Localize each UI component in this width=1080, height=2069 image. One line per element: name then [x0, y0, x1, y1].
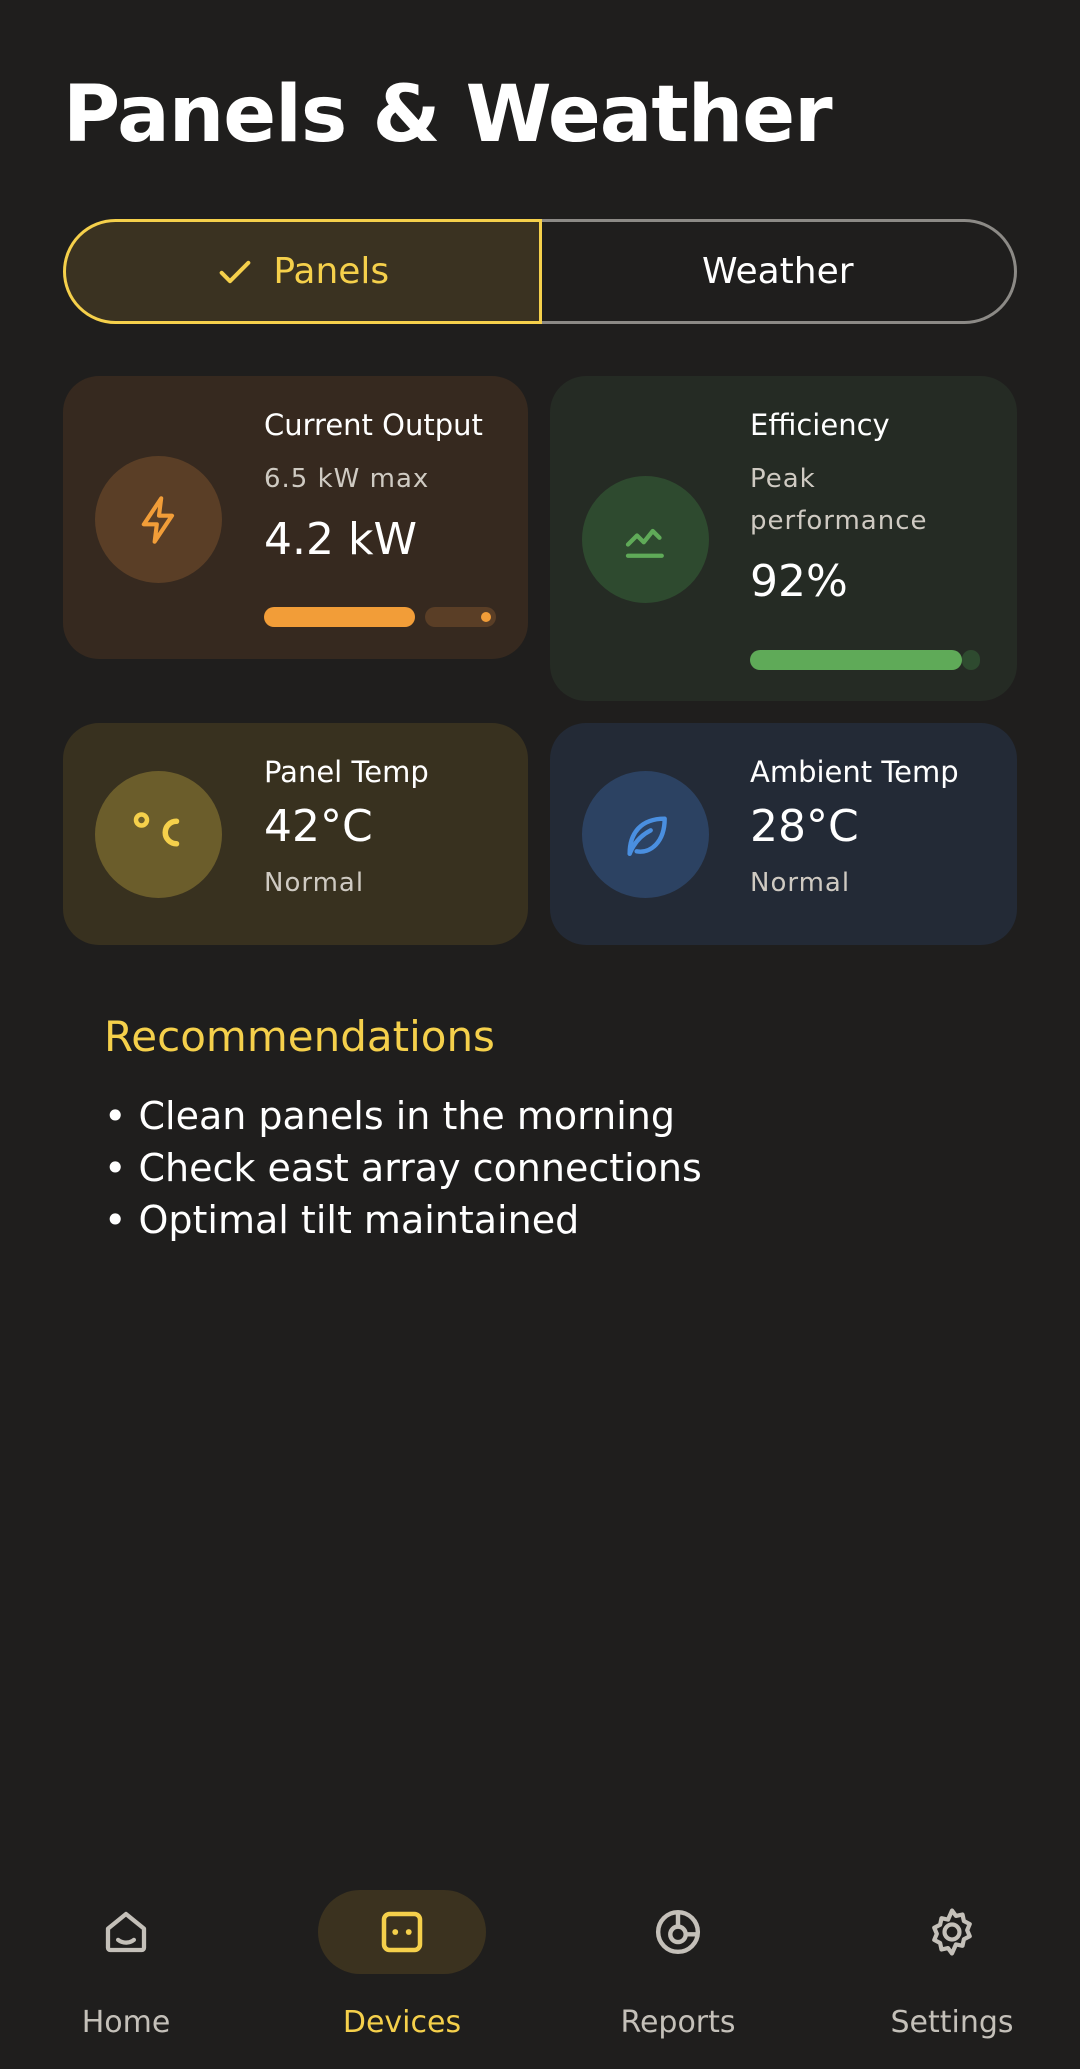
card-subtitle-line1: Peak	[750, 464, 816, 494]
card-title: Efficiency	[750, 408, 890, 442]
tab-panels-label: Panels	[273, 251, 390, 292]
current-output-card[interactable]: Current Output 6.5 kW max 4.2 kW	[63, 376, 528, 659]
nav-label: Devices	[342, 2005, 462, 2040]
card-status: Normal	[750, 868, 851, 898]
card-value: 42°C	[264, 801, 373, 852]
bottom-navigation: Home Devices Reports Settings	[0, 1870, 1080, 2069]
card-value: 28°C	[750, 801, 859, 852]
output-progress-bar	[264, 607, 496, 627]
card-title: Current Output	[264, 408, 483, 442]
recommendations-title: Recommendations	[104, 1012, 495, 1061]
leaf-icon-badge	[582, 771, 709, 898]
gear-icon	[932, 1908, 972, 1956]
efficiency-card[interactable]: Efficiency Peak performance 92%	[550, 376, 1017, 701]
nav-icon-container	[594, 1890, 762, 1974]
home-icon	[105, 1911, 147, 1953]
tab-panels[interactable]: Panels	[63, 219, 542, 324]
card-value: 92%	[750, 556, 848, 607]
nav-icon-container	[318, 1890, 486, 1974]
card-status: Normal	[264, 868, 365, 898]
nav-label: Home	[81, 2005, 171, 2040]
nav-icon-container	[42, 1890, 210, 1974]
device-icon	[381, 1911, 423, 1953]
card-value: 4.2 kW	[264, 514, 417, 565]
celsius-icon	[133, 811, 179, 846]
efficiency-progress-remaining	[962, 650, 980, 670]
screen: Panels & Weather Panels Weather Current …	[0, 0, 1080, 2069]
page-title: Panels & Weather	[63, 70, 833, 160]
celsius-icon-badge	[95, 771, 222, 898]
check-icon	[219, 260, 251, 283]
panels-weather-toggle: Panels Weather	[63, 219, 1017, 324]
list-item: Clean panels in the morning	[104, 1090, 702, 1142]
card-subtitle-line2: performance	[750, 506, 928, 536]
efficiency-progress-bar	[750, 650, 980, 670]
lightning-icon	[141, 495, 174, 544]
list-item: Check east array connections	[104, 1142, 702, 1194]
ambient-temp-card[interactable]: Ambient Temp 28°C Normal	[550, 723, 1017, 945]
tab-weather-label: Weather	[701, 251, 854, 292]
output-progress-dot	[481, 612, 491, 622]
efficiency-progress-fill	[750, 650, 962, 670]
nav-label: Settings	[890, 2005, 1014, 2040]
trend-line-icon	[625, 528, 664, 558]
trend-icon-badge	[582, 476, 709, 603]
nav-icon-container	[868, 1890, 1036, 1974]
recommendations-list: Clean panels in the morning Check east a…	[104, 1090, 702, 1246]
tab-weather[interactable]: Weather	[541, 219, 1017, 324]
list-item: Optimal tilt maintained	[104, 1194, 702, 1246]
card-subtitle: 6.5 kW max	[264, 464, 430, 494]
lightning-icon-badge	[95, 456, 222, 583]
card-title: Ambient Temp	[750, 755, 959, 789]
output-progress-fill	[264, 607, 415, 627]
leaf-icon	[626, 815, 667, 856]
reports-icon	[655, 1909, 701, 1955]
card-title: Panel Temp	[264, 755, 429, 789]
panel-temp-card[interactable]: Panel Temp 42°C Normal	[63, 723, 528, 945]
nav-label: Reports	[620, 2005, 736, 2040]
